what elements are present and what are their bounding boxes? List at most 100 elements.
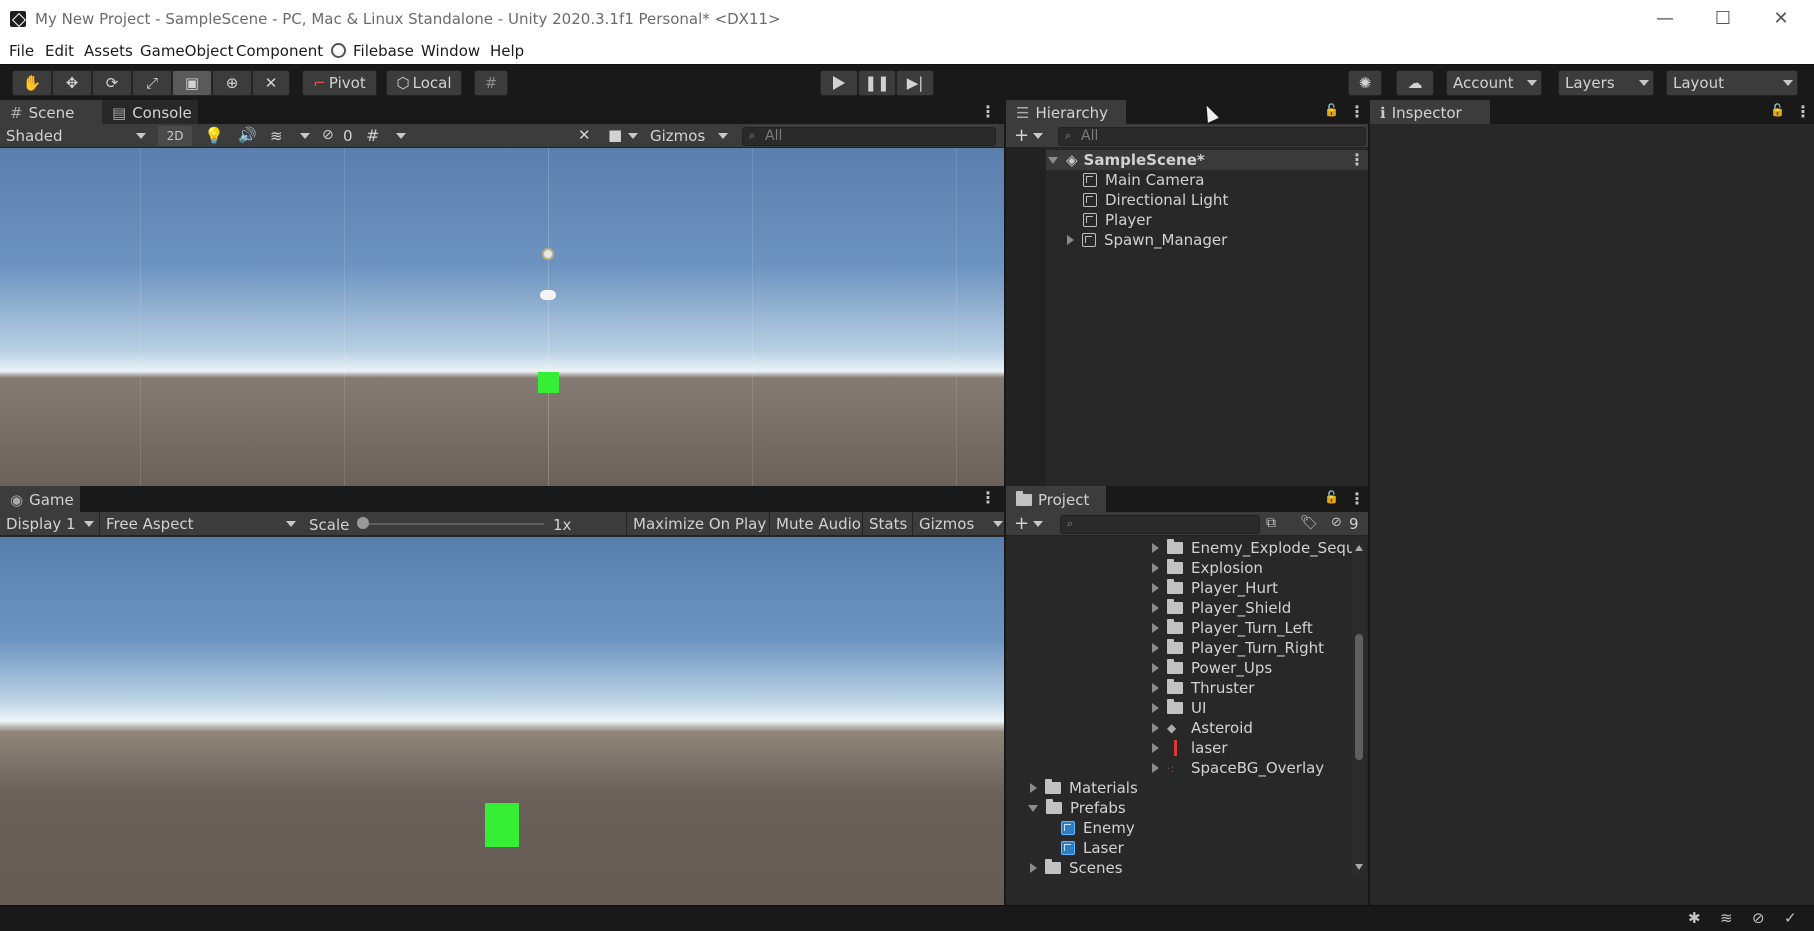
chevron-down-icon[interactable]: [396, 133, 406, 139]
step-button[interactable]: ▶|: [896, 70, 934, 96]
lock-icon[interactable]: 🔓: [1324, 103, 1339, 117]
play-button[interactable]: [820, 70, 858, 96]
expand-arrow-icon[interactable]: [1152, 683, 1159, 693]
grid-snap-icon[interactable]: #: [474, 70, 508, 96]
hierarchy-item-main-camera[interactable]: Main Camera: [1083, 170, 1204, 190]
scroll-down-icon[interactable]: [1355, 864, 1363, 870]
lock-icon[interactable]: 🔓: [1770, 103, 1785, 117]
stack-icon[interactable]: ≋: [1720, 909, 1733, 927]
project-item-player-shield[interactable]: Player_Shield: [1152, 598, 1291, 618]
project-item-enemy-prefab[interactable]: Enemy: [1061, 818, 1135, 838]
project-item-player-turn-left[interactable]: Player_Turn_Left: [1152, 618, 1313, 638]
scene-viewport[interactable]: [0, 148, 1004, 486]
project-item-asteroid[interactable]: ◆ Asteroid: [1152, 718, 1253, 738]
project-item-thruster[interactable]: Thruster: [1152, 678, 1254, 698]
project-item-ui[interactable]: UI: [1152, 698, 1206, 718]
project-search-input[interactable]: [1060, 515, 1260, 534]
mode-2d-button[interactable]: 2D: [158, 126, 192, 146]
expand-arrow-icon[interactable]: [1028, 804, 1038, 812]
scale-slider-track[interactable]: [360, 523, 544, 525]
check-icon[interactable]: ✓: [1784, 909, 1797, 927]
mute-audio-toggle[interactable]: Mute Audio: [769, 512, 861, 536]
project-item-player-turn-right[interactable]: Player_Turn_Right: [1152, 638, 1324, 658]
layout-dropdown[interactable]: Layout: [1666, 70, 1798, 96]
transform-tool-icon[interactable]: ⊕: [212, 70, 252, 96]
game-gizmos-dropdown[interactable]: Gizmos: [912, 512, 1004, 536]
filter-by-type-icon[interactable]: ⧉: [1266, 515, 1276, 531]
scroll-up-icon[interactable]: [1355, 545, 1363, 551]
minimize-button[interactable]: —: [1636, 0, 1694, 38]
gizmos-dropdown[interactable]: Gizmos: [644, 124, 734, 148]
menu-assets[interactable]: Assets: [84, 42, 133, 60]
scene-search-input[interactable]: All: [742, 127, 996, 146]
panel-menu-icon[interactable]: ⋮: [1795, 102, 1811, 121]
expand-arrow-icon[interactable]: [1152, 583, 1159, 593]
player-object[interactable]: [538, 372, 559, 393]
project-item-scenes[interactable]: Scenes: [1030, 858, 1123, 878]
project-item-enemy-explode[interactable]: Enemy_Explode_Seque: [1152, 538, 1352, 558]
expand-arrow-icon[interactable]: [1048, 156, 1058, 164]
audio-icon[interactable]: 🔊: [238, 126, 257, 144]
debug-icon[interactable]: ✱: [1688, 909, 1701, 927]
cloud-icon[interactable]: ☁: [1396, 70, 1434, 96]
auto-generate-icon[interactable]: ⊘: [1752, 909, 1765, 927]
menu-window[interactable]: Window: [421, 42, 480, 60]
panel-menu-icon[interactable]: ⋮: [980, 102, 996, 121]
lock-icon[interactable]: 🔓: [1324, 490, 1339, 504]
grid-icon[interactable]: #: [366, 126, 379, 145]
local-toggle[interactable]: ⬡ Local: [386, 70, 462, 96]
stats-toggle[interactable]: Stats: [862, 512, 907, 536]
expand-arrow-icon[interactable]: [1067, 235, 1074, 245]
menu-help[interactable]: Help: [490, 42, 524, 60]
tab-scene[interactable]: # Scene: [0, 100, 102, 124]
menu-component[interactable]: Component: [236, 42, 323, 60]
account-dropdown[interactable]: Account: [1446, 70, 1542, 96]
panel-menu-icon[interactable]: ⋮: [1349, 102, 1365, 121]
expand-arrow-icon[interactable]: [1152, 703, 1159, 713]
camera-icon[interactable]: ■: [608, 126, 622, 144]
project-item-spacebg-overlay[interactable]: ·: SpaceBG_Overlay: [1152, 758, 1324, 778]
expand-arrow-icon[interactable]: [1152, 563, 1159, 573]
expand-arrow-icon[interactable]: [1152, 763, 1159, 773]
pause-button[interactable]: ❚❚: [858, 70, 896, 96]
hidden-packages-icon[interactable]: ⊘: [1331, 515, 1342, 530]
expand-arrow-icon[interactable]: [1030, 863, 1037, 873]
scale-tool-icon[interactable]: ⤢: [132, 70, 172, 96]
camera-gizmo-icon[interactable]: [540, 290, 556, 300]
game-viewport[interactable]: [0, 537, 1004, 905]
add-icon[interactable]: +: [1014, 125, 1029, 146]
project-item-laser-prefab[interactable]: Laser: [1061, 838, 1124, 858]
tab-console[interactable]: ▤ Console: [102, 100, 198, 124]
chevron-down-icon[interactable]: [628, 133, 638, 139]
tab-game[interactable]: ◉ Game: [0, 486, 80, 512]
close-button[interactable]: ✕: [1752, 0, 1810, 38]
project-item-materials[interactable]: Materials: [1030, 778, 1138, 798]
project-item-power-ups[interactable]: Power_Ups: [1152, 658, 1272, 678]
add-icon[interactable]: +: [1014, 513, 1029, 534]
scale-slider-thumb[interactable]: [357, 517, 369, 529]
panel-menu-icon[interactable]: ⋮: [1349, 489, 1365, 508]
hierarchy-search-input[interactable]: All: [1058, 127, 1366, 146]
scrollbar-thumb[interactable]: [1355, 634, 1363, 760]
expand-arrow-icon[interactable]: [1152, 603, 1159, 613]
shading-dropdown[interactable]: Shaded: [0, 124, 150, 148]
layers-dropdown[interactable]: Layers: [1558, 70, 1654, 96]
expand-arrow-icon[interactable]: [1152, 743, 1159, 753]
aspect-dropdown[interactable]: Free Aspect: [99, 512, 299, 536]
tab-hierarchy[interactable]: ☰ Hierarchy: [1006, 100, 1126, 124]
hidden-objects-icon[interactable]: ⊘: [322, 127, 334, 143]
move-tool-icon[interactable]: ✥: [52, 70, 92, 96]
filter-by-label-icon[interactable]: 🏷: [1300, 515, 1318, 531]
tab-project[interactable]: Project: [1006, 486, 1106, 512]
chevron-down-icon[interactable]: [300, 133, 310, 139]
lighting-icon[interactable]: 💡: [204, 126, 224, 145]
expand-arrow-icon[interactable]: [1152, 663, 1159, 673]
hierarchy-item-spawn-manager[interactable]: Spawn_Manager: [1067, 230, 1227, 250]
project-item-laser-sprite[interactable]: laser: [1152, 738, 1228, 758]
menu-gameobject[interactable]: GameObject: [140, 42, 234, 60]
project-item-player-hurt[interactable]: Player_Hurt: [1152, 578, 1278, 598]
scene-menu-icon[interactable]: ⋮: [1349, 150, 1365, 169]
expand-arrow-icon[interactable]: [1152, 643, 1159, 653]
light-gizmo-icon[interactable]: [542, 248, 554, 260]
chevron-down-icon[interactable]: [1033, 133, 1043, 139]
